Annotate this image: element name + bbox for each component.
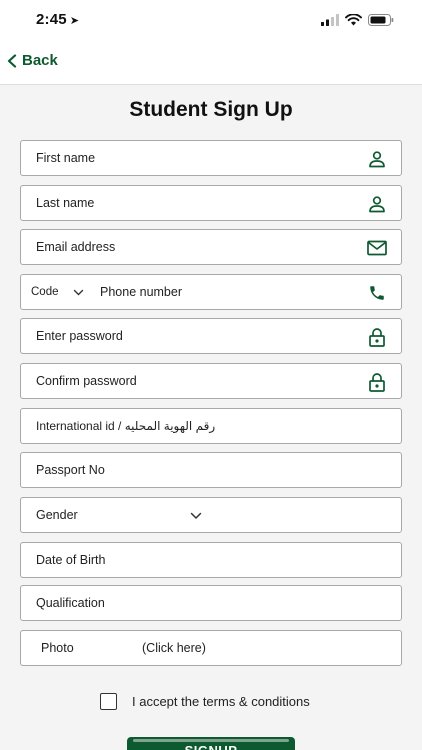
date-of-birth-input[interactable]: Date of Birth <box>20 542 402 578</box>
chevron-down-icon <box>189 509 203 523</box>
status-bar: 2:45 ➤ <box>0 0 422 40</box>
terms-label: I accept the terms & conditions <box>132 694 310 709</box>
signup-button[interactable]: SIGNUP <box>127 737 295 750</box>
international-id-placeholder: International id / رقم الهوية المحليه <box>36 419 216 433</box>
location-arrow-icon: ➤ <box>69 15 80 27</box>
battery-icon <box>368 14 394 26</box>
nav-bar: Back <box>0 40 422 85</box>
country-code-select[interactable]: Code <box>31 286 59 298</box>
wifi-icon <box>345 14 362 26</box>
status-time-text: 2:45 <box>36 11 67 28</box>
page-title: Student Sign Up <box>129 98 293 121</box>
person-icon <box>367 149 387 169</box>
first-name-input[interactable]: First name <box>20 140 402 176</box>
gender-placeholder: Gender <box>36 508 78 522</box>
back-label: Back <box>22 52 58 69</box>
passport-placeholder: Passport No <box>36 463 105 477</box>
gender-select[interactable]: Gender <box>20 497 402 533</box>
person-icon <box>367 194 387 214</box>
email-placeholder: Email address <box>36 240 116 254</box>
chevron-left-icon <box>7 53 17 68</box>
terms-row: I accept the terms & conditions <box>100 693 310 710</box>
password-placeholder: Enter password <box>36 329 123 343</box>
qualification-input[interactable]: Qualification <box>20 585 402 621</box>
phone-input[interactable]: Code Phone number <box>20 274 402 310</box>
confirm-password-placeholder: Confirm password <box>36 374 137 388</box>
lock-icon <box>367 327 387 347</box>
passport-input[interactable]: Passport No <box>20 452 402 488</box>
phone-placeholder: Phone number <box>100 285 183 299</box>
email-input[interactable]: Email address <box>20 229 402 265</box>
date-of-birth-placeholder: Date of Birth <box>36 553 106 567</box>
last-name-placeholder: Last name <box>36 196 95 210</box>
phone-icon <box>367 283 387 303</box>
photo-upload[interactable]: Photo (Click here) <box>20 630 402 666</box>
first-name-placeholder: First name <box>36 151 96 165</box>
terms-checkbox[interactable] <box>100 693 117 710</box>
lock-icon <box>367 372 387 392</box>
photo-label: Photo <box>41 641 74 655</box>
envelope-icon <box>367 238 387 258</box>
last-name-input[interactable]: Last name <box>20 185 402 221</box>
confirm-password-input[interactable]: Confirm password <box>20 363 402 399</box>
qualification-placeholder: Qualification <box>36 596 105 610</box>
status-icons <box>321 13 394 27</box>
signal-icon <box>321 14 339 26</box>
back-button[interactable]: Back <box>6 52 58 69</box>
chevron-down-icon[interactable] <box>71 286 85 300</box>
international-id-input[interactable]: International id / رقم الهوية المحليه <box>20 408 402 444</box>
password-input[interactable]: Enter password <box>20 318 402 354</box>
status-time: 2:45 ➤ <box>36 11 79 28</box>
photo-click-hint[interactable]: (Click here) <box>142 641 206 655</box>
